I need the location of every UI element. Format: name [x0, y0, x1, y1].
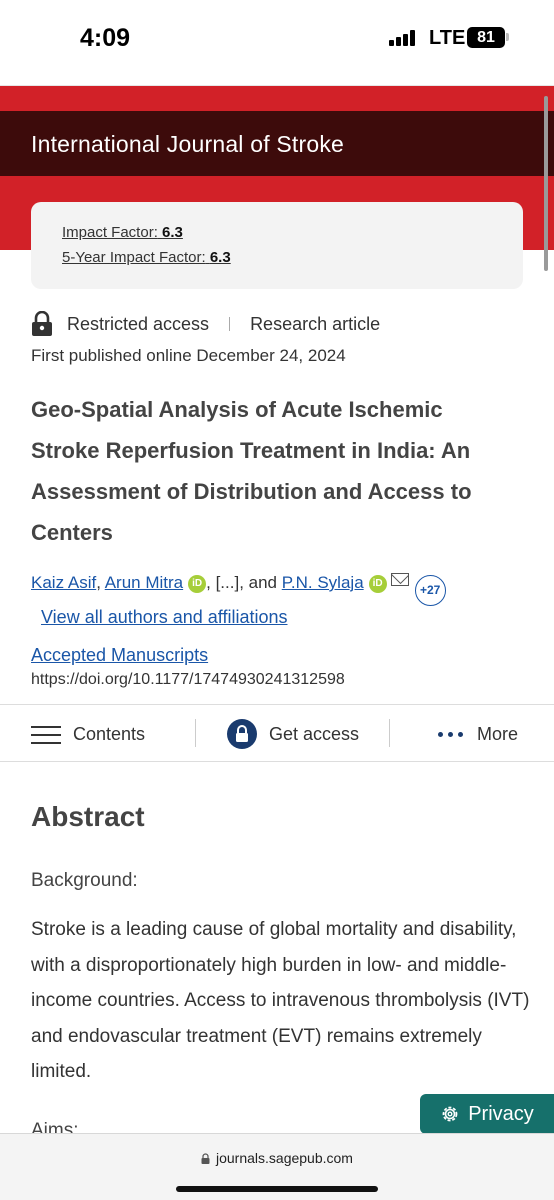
- meta-divider: [229, 317, 231, 331]
- article-toolbar: Contents Get access More: [0, 704, 554, 762]
- impact-factor-value: 6.3: [162, 224, 183, 241]
- doi-link[interactable]: https://doi.org/10.1177/1747493024131259…: [31, 671, 345, 689]
- view-all-authors-link[interactable]: View all authors and affiliations: [41, 607, 288, 628]
- home-indicator[interactable]: [176, 1186, 378, 1192]
- impact-factor-card: Impact Factor: 6.3 5-Year Impact Factor:…: [31, 202, 523, 289]
- contents-label: Contents: [73, 723, 146, 744]
- abstract-heading: Abstract: [31, 801, 145, 832]
- gear-icon: [442, 1106, 458, 1122]
- status-time: 4:09: [80, 24, 131, 52]
- journal-title[interactable]: International Journal of Stroke: [31, 131, 344, 158]
- article-meta: Restricted access Research article: [31, 310, 380, 338]
- battery-icon: 81: [467, 27, 505, 48]
- five-year-impact-factor-link[interactable]: 5-Year Impact Factor: 6.3: [62, 249, 231, 266]
- five-year-impact-factor-value: 6.3: [209, 249, 231, 266]
- more-label: More: [477, 723, 519, 744]
- impact-factor-link[interactable]: Impact Factor: 6.3: [62, 224, 183, 241]
- menu-icon: [31, 722, 61, 746]
- network-type: LTE: [429, 27, 466, 49]
- privacy-label: Privacy: [468, 1102, 534, 1125]
- toolbar-divider: [195, 719, 196, 747]
- lock-icon: [227, 719, 257, 749]
- background-label: Background:: [31, 870, 138, 891]
- publication-date: First published online December 24, 2024: [31, 346, 346, 365]
- lock-icon: [32, 311, 52, 336]
- author-link-arun-mitra[interactable]: Arun Mitra: [105, 573, 183, 592]
- battery-tip: [506, 33, 509, 41]
- orcid-icon[interactable]: iD: [368, 575, 387, 593]
- author-ellipsis: , [...], and: [206, 573, 282, 592]
- author-separator: ,: [96, 573, 105, 592]
- orcid-icon[interactable]: iD: [188, 575, 207, 593]
- url-display[interactable]: journals.sagepub.com: [0, 1150, 554, 1166]
- author-list: Kaiz Asif, Arun Mitra iD, [...], and P.N.…: [31, 573, 501, 606]
- more-button[interactable]: More: [438, 705, 518, 763]
- more-dots-icon: [438, 731, 463, 737]
- five-year-impact-factor-label: 5-Year Impact Factor:: [62, 249, 206, 266]
- author-link-kaiz-asif[interactable]: Kaiz Asif: [31, 573, 96, 592]
- lock-icon: [201, 1153, 210, 1164]
- page-scrollbar[interactable]: [544, 96, 548, 271]
- access-status: Restricted access: [67, 313, 210, 334]
- status-bar: 4:09 LTE 81: [0, 0, 554, 78]
- author-link-pn-sylaja[interactable]: P.N. Sylaja: [282, 573, 364, 592]
- article-title: Geo-Spatial Analysis of Acute Ischemic S…: [31, 397, 472, 545]
- browser-top-rule: [0, 78, 554, 86]
- article-type: Research article: [250, 313, 381, 334]
- browser-url-bar[interactable]: journals.sagepub.com: [0, 1133, 554, 1200]
- more-authors-button[interactable]: +27: [414, 575, 446, 606]
- toolbar-divider: [389, 719, 390, 747]
- aims-label: Aims:: [31, 1120, 79, 1134]
- get-access-button[interactable]: Get access: [227, 705, 359, 763]
- impact-factor-label: Impact Factor:: [62, 224, 158, 241]
- accepted-manuscripts-link[interactable]: Accepted Manuscripts: [31, 645, 208, 666]
- contents-button[interactable]: Contents: [31, 705, 145, 763]
- get-access-label: Get access: [269, 723, 360, 744]
- journal-title-bar[interactable]: International Journal of Stroke: [0, 111, 554, 176]
- url-domain: journals.sagepub.com: [216, 1150, 353, 1166]
- mail-icon[interactable]: [390, 573, 409, 586]
- background-text: Stroke is a leading cause of global mort…: [31, 919, 530, 1082]
- privacy-button[interactable]: Privacy: [420, 1094, 554, 1134]
- cellular-signal-icon: [389, 30, 419, 46]
